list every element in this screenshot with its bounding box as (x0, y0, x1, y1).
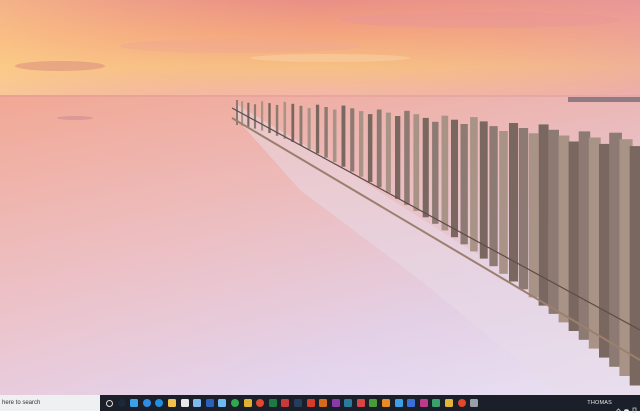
taskbar-search-input[interactable]: here to search (0, 395, 100, 411)
taskbar: here to search THOMAS (0, 395, 640, 413)
app-icon-teal[interactable] (344, 399, 353, 407)
app-icon-red[interactable] (356, 399, 365, 407)
app-icon-magenta[interactable] (419, 399, 428, 407)
fence-post (588, 137, 601, 349)
word-icon[interactable] (205, 399, 214, 407)
mail-icon[interactable] (218, 399, 227, 407)
chrome-icon[interactable] (256, 399, 265, 407)
excel-icon[interactable] (268, 399, 277, 407)
app-icon-yellow[interactable] (445, 399, 454, 407)
fence-post (538, 124, 549, 306)
fence-post (629, 146, 640, 386)
fence-post (568, 141, 580, 331)
game-icon[interactable] (281, 399, 290, 407)
fence-post (332, 109, 337, 162)
app-icon-orange[interactable] (382, 399, 391, 407)
fence-post (441, 115, 449, 231)
store-icon[interactable] (180, 399, 189, 407)
spreadsheet-icon[interactable] (243, 399, 252, 407)
fence-post (324, 107, 328, 158)
onedrive-icon[interactable] (624, 400, 629, 412)
app-icon-dark[interactable] (293, 399, 302, 407)
fence-post (275, 104, 279, 136)
fence-post (460, 124, 468, 245)
fence-post (489, 126, 498, 267)
fence-post (253, 104, 257, 129)
chrome-icon-2[interactable] (457, 399, 466, 407)
wallpaper-image (0, 0, 640, 395)
fence-post (367, 114, 373, 182)
fence-post (376, 109, 382, 188)
photos-icon[interactable] (193, 399, 202, 407)
fence-post (341, 105, 346, 167)
xbox-icon[interactable] (230, 399, 239, 407)
app-icon-green-2[interactable] (432, 399, 441, 407)
acrobat-icon[interactable] (306, 399, 315, 407)
fence-post (528, 133, 539, 298)
file-explorer-icon[interactable] (167, 399, 176, 407)
app-icon-gray[interactable] (470, 399, 479, 407)
vpn-icon[interactable] (130, 399, 139, 407)
fence-post (350, 108, 355, 172)
task-view-icon[interactable] (106, 399, 113, 407)
edge-icon[interactable] (142, 399, 151, 407)
taskbar-pinned-apps (106, 399, 483, 407)
app-icon-blue[interactable] (407, 399, 416, 407)
vpn-icon-2[interactable] (394, 399, 403, 407)
fence-post (548, 129, 559, 314)
fence-post (509, 123, 518, 282)
fence-post (307, 108, 311, 150)
app-icon-green[interactable] (369, 399, 378, 407)
battery-icon[interactable] (632, 400, 637, 413)
fence-post (499, 131, 508, 274)
fence-post (470, 117, 478, 252)
fence-post (413, 114, 420, 211)
fence-post (422, 117, 429, 218)
media-player-icon[interactable] (319, 399, 328, 407)
fence-post (315, 104, 320, 154)
user-name-label[interactable]: THOMAS (587, 400, 612, 406)
fence-post (432, 121, 439, 224)
fence-post (247, 102, 250, 127)
internet-explorer-icon[interactable] (155, 399, 164, 407)
fence-post (558, 135, 570, 323)
fence-post (299, 105, 303, 146)
fence-post (578, 131, 591, 340)
fence-post (479, 121, 488, 259)
search-placeholder: here to search (2, 400, 41, 406)
onenote-icon[interactable] (331, 399, 340, 407)
fence-post (395, 116, 401, 199)
fence-post (359, 111, 364, 177)
chevron-up-icon[interactable] (616, 400, 621, 412)
system-tray: THOMAS (587, 395, 640, 413)
fence-post (261, 101, 264, 131)
fence-post (385, 112, 391, 193)
fence-post (283, 101, 287, 139)
fence-post (404, 110, 410, 205)
desktop-wallpaper (0, 0, 640, 395)
fence-post (291, 103, 295, 142)
steam-icon[interactable] (117, 399, 126, 407)
fence-post (451, 119, 458, 238)
